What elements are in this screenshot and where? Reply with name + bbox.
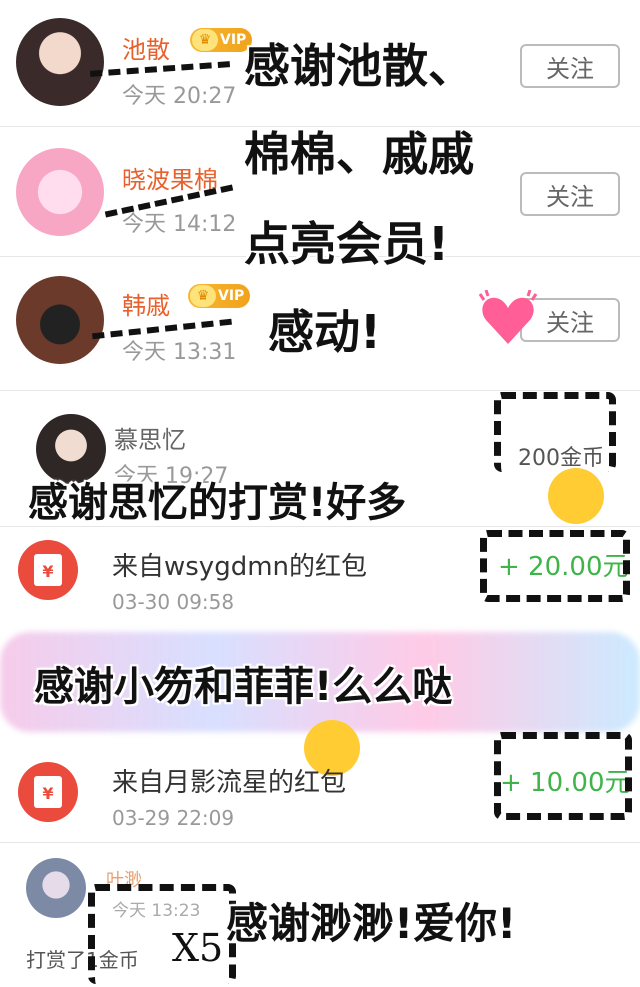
caption: 点亮会员! <box>244 217 449 271</box>
username[interactable]: 池散 <box>122 30 170 65</box>
marker-box <box>494 392 616 472</box>
laughing-emoji-icon <box>548 468 604 524</box>
red-packet-icon: ¥ <box>18 762 78 822</box>
crown-icon: ♛ <box>190 285 216 307</box>
marker-box <box>480 530 630 602</box>
divider <box>0 390 640 391</box>
caption: X5 <box>172 926 224 970</box>
red-packet-icon: ¥ <box>18 540 78 600</box>
username[interactable]: 慕思忆 <box>114 420 186 455</box>
avatar[interactable] <box>16 276 104 364</box>
follow-button[interactable]: 关注 <box>520 44 620 88</box>
red-packet-title[interactable]: 来自wsygdmn的红包 <box>112 546 367 583</box>
timestamp: 03-29 22:09 <box>112 806 235 830</box>
timestamp: 今天 14:12 <box>122 212 237 237</box>
avatar[interactable] <box>16 18 104 106</box>
caption: 感谢小笏和菲菲!么么哒 <box>34 664 453 710</box>
caption: 感谢池散、 <box>244 39 474 93</box>
marker-box <box>494 732 632 820</box>
username[interactable]: 韩戚 <box>122 286 170 321</box>
timestamp: 今天 13:31 <box>122 340 237 365</box>
caption: 感动! <box>268 305 381 359</box>
caption: 感谢渺渺!爱你! <box>226 899 517 948</box>
avatar[interactable] <box>26 858 86 918</box>
vip-badge: ♛ VIP <box>188 284 250 308</box>
divider <box>0 526 640 527</box>
vip-badge: ♛ VIP <box>190 28 252 52</box>
caption: 棉棉、戚戚 <box>244 127 474 181</box>
crown-icon: ♛ <box>192 29 218 51</box>
divider <box>0 842 640 843</box>
timestamp: 03-30 09:58 <box>112 590 235 614</box>
heart-icon <box>478 290 538 344</box>
avatar[interactable] <box>16 148 104 236</box>
red-packet-title[interactable]: 来自月影流星的红包 <box>112 762 346 799</box>
follow-button[interactable]: 关注 <box>520 172 620 216</box>
caption: 感谢思忆的打赏!好多 <box>28 480 407 526</box>
timestamp: 今天 20:27 <box>122 84 237 109</box>
